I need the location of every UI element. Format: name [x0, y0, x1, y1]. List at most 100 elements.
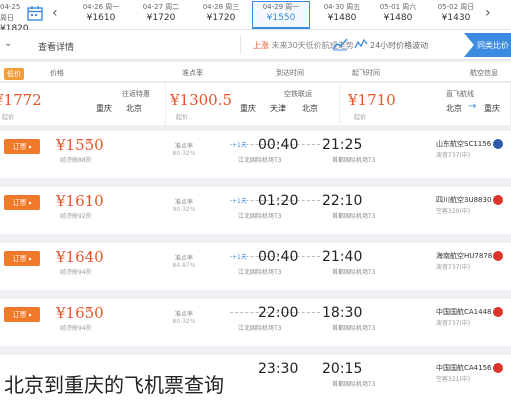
date-label: 05-02 周日 — [437, 3, 475, 11]
calendar-icon[interactable] — [27, 5, 43, 21]
low-price-badge[interactable]: 低价 — [4, 68, 24, 80]
price-wave-icon[interactable] — [354, 38, 368, 50]
summary-air-rail[interactable]: 空铁联运 北京 天津 重庆 ¥1300.5 起价 — [166, 83, 340, 125]
date-price: ¥1610 — [86, 13, 116, 23]
summary-direct[interactable]: 直飞航线 北京 → 重庆 ¥1710 起价 — [340, 83, 511, 125]
date-label: 04-30 周五 — [323, 3, 361, 11]
aircraft-type: 空客321(中) — [436, 376, 471, 383]
book-label: 订票 — [12, 143, 27, 151]
flight-price: ¥1550 — [56, 136, 104, 154]
departure-airport: 首都国际机场T3 — [332, 269, 376, 276]
chevron-down-icon: ▾ — [28, 200, 32, 207]
date-price: ¥1480 — [327, 13, 357, 23]
chevron-down-icon: ▾ — [28, 312, 32, 319]
aircraft-type: 空客320(中) — [436, 208, 471, 215]
airline-name: 海南航空HU7878 — [436, 252, 493, 260]
ontime-label: 准点率 — [174, 199, 193, 206]
filter-bar: ⌄ 查看详情 上涨 未来30天低价航班走势 24小时价格波动 — [0, 30, 511, 60]
sort-ontime[interactable]: 准点率 — [182, 68, 203, 78]
ontime-value: 90.32% — [172, 206, 196, 213]
prev-date-arrow-icon[interactable]: ‹ — [52, 5, 58, 21]
book-button[interactable]: 订票 ▾ — [4, 195, 40, 210]
date-price: ¥1720 — [206, 13, 236, 23]
date-price: ¥1720 — [146, 13, 176, 23]
date-label: 04-25 周日 — [0, 3, 21, 22]
compare-price-button[interactable]: 同类比价 — [464, 33, 511, 57]
chevron-down-icon[interactable]: ⌄ — [4, 38, 12, 49]
flight-row[interactable]: 中国国航CA1448 波音737(中) 18:30 首都国际机场T3 22:00… — [0, 299, 511, 346]
airline-name: 中国国航CA4156 — [436, 364, 492, 372]
sort-airline[interactable]: 航空信息 — [470, 68, 498, 78]
date-price: ¥1480 — [383, 13, 413, 23]
date-cell[interactable]: 04-28 周三 ¥1720 — [193, 2, 249, 28]
ontime-label: 准点率 — [174, 143, 193, 150]
ontime-label: 准点率 — [174, 255, 193, 262]
sort-price[interactable]: 价格 — [50, 68, 64, 78]
date-label: 04-26 周一 — [82, 3, 120, 11]
date-cell[interactable]: 05-01 周六 ¥1480 — [370, 2, 426, 28]
price-fluctuation-text[interactable]: 24小时价格波动 — [370, 40, 428, 51]
summary-from: 北京 — [302, 104, 318, 113]
summary-to: 重庆 — [96, 104, 112, 113]
departure-time: 18:30 — [322, 305, 363, 321]
summary-title: 直飞航线 — [446, 90, 474, 98]
summary-price: ¥1300.5 — [170, 91, 233, 109]
date-cell[interactable]: 04-25 周日 ¥1820 — [0, 2, 29, 34]
next-date-arrow-icon[interactable]: › — [485, 5, 491, 21]
flight-price: ¥1650 — [56, 304, 104, 322]
trend-chart-icon[interactable] — [332, 37, 348, 51]
arrival-airport: 江北国际机场T3 — [238, 213, 282, 220]
arrival-time: 01:20 — [258, 193, 299, 209]
date-price: ¥1430 — [441, 13, 471, 23]
discount-note: 经济舱88折 — [60, 157, 92, 164]
route-summary: 直飞航线 北京 → 重庆 ¥1710 起价 空铁联运 北京 天津 重庆 ¥130… — [0, 83, 511, 125]
airline-name: 中国国航CA1448 — [436, 308, 492, 316]
summary-price: ¥1772 — [0, 91, 42, 109]
book-button[interactable]: 订票 ▾ — [4, 251, 40, 266]
date-cell-selected[interactable]: 04-29 周一 ¥1550 — [252, 1, 310, 29]
arrival-airport: 江北国际机场T3 — [238, 269, 282, 276]
airline-name: 四川航空3U8830 — [436, 196, 492, 204]
discount-note: 经济舱94折 — [60, 269, 92, 276]
flight-price: ¥1640 — [56, 248, 104, 266]
book-button[interactable]: 订票 ▾ — [4, 307, 40, 322]
date-cell[interactable]: 04-27 周二 ¥1720 — [133, 2, 189, 28]
date-cell[interactable]: 04-26 周一 ¥1610 — [73, 2, 129, 28]
aircraft-type: 波音737(中) — [436, 320, 471, 327]
sort-depart[interactable]: 起飞时间 — [352, 68, 380, 78]
page-caption: 北京到重庆的飞机票查询 — [4, 373, 224, 397]
chevron-down-icon: ▾ — [28, 144, 32, 151]
summary-via: 天津 — [270, 104, 286, 113]
next-day-tag: +1天 — [232, 196, 247, 205]
summary-title: 往返特惠 — [122, 90, 150, 98]
date-cell[interactable]: 05-02 周日 ¥1430 — [428, 2, 484, 28]
flight-row[interactable]: 四川航空3U8830 空客320(中) 22:10 首都国际机场T3 +1天 0… — [0, 187, 511, 234]
ontime-value: 84.87% — [172, 262, 196, 269]
arrow-right-icon: → — [468, 101, 477, 112]
summary-round-trip[interactable]: 往返特惠 北京 重庆 ¥1772 起价 — [0, 83, 166, 125]
details-link[interactable]: 查看详情 — [38, 40, 74, 53]
date-label: 04-29 周一 — [262, 3, 300, 11]
airline-logo-icon — [493, 139, 503, 149]
chevron-down-icon: ▾ — [28, 256, 32, 263]
departure-time: 22:10 — [322, 193, 363, 209]
flight-price: ¥1610 — [56, 192, 104, 210]
discount-note: 经济舱92折 — [60, 213, 92, 220]
book-button[interactable]: 订票 ▾ — [4, 139, 40, 154]
summary-title: 空铁联运 — [284, 90, 312, 98]
date-price: ¥1550 — [266, 13, 296, 23]
date-cell[interactable]: 04-30 周五 ¥1480 — [314, 2, 370, 28]
flight-row[interactable]: 山东航空SC1156 波音737(中) 21:25 首都国际机场T3 +1天 0… — [0, 131, 511, 178]
summary-to: 重庆 — [484, 104, 500, 113]
summary-from: 北京 — [446, 104, 462, 113]
flight-row[interactable]: 海南航空HU7878 波音737(中) 21:40 首都国际机场T3 +1天 0… — [0, 243, 511, 290]
date-label: 04-27 周二 — [142, 3, 180, 11]
sort-arrive[interactable]: 到达时间 — [276, 68, 304, 78]
date-label: 05-01 周六 — [379, 3, 417, 11]
arrival-time: 23:30 — [258, 361, 299, 377]
book-label: 订票 — [12, 255, 27, 263]
date-label: 04-28 周三 — [202, 3, 240, 11]
ontime-value: 80.32% — [172, 318, 196, 325]
aircraft-type: 波音737(中) — [436, 152, 471, 159]
date-strip: ‹ 04-25 周日 ¥1820 04-26 周一 ¥1610 04-27 周二… — [0, 0, 511, 34]
